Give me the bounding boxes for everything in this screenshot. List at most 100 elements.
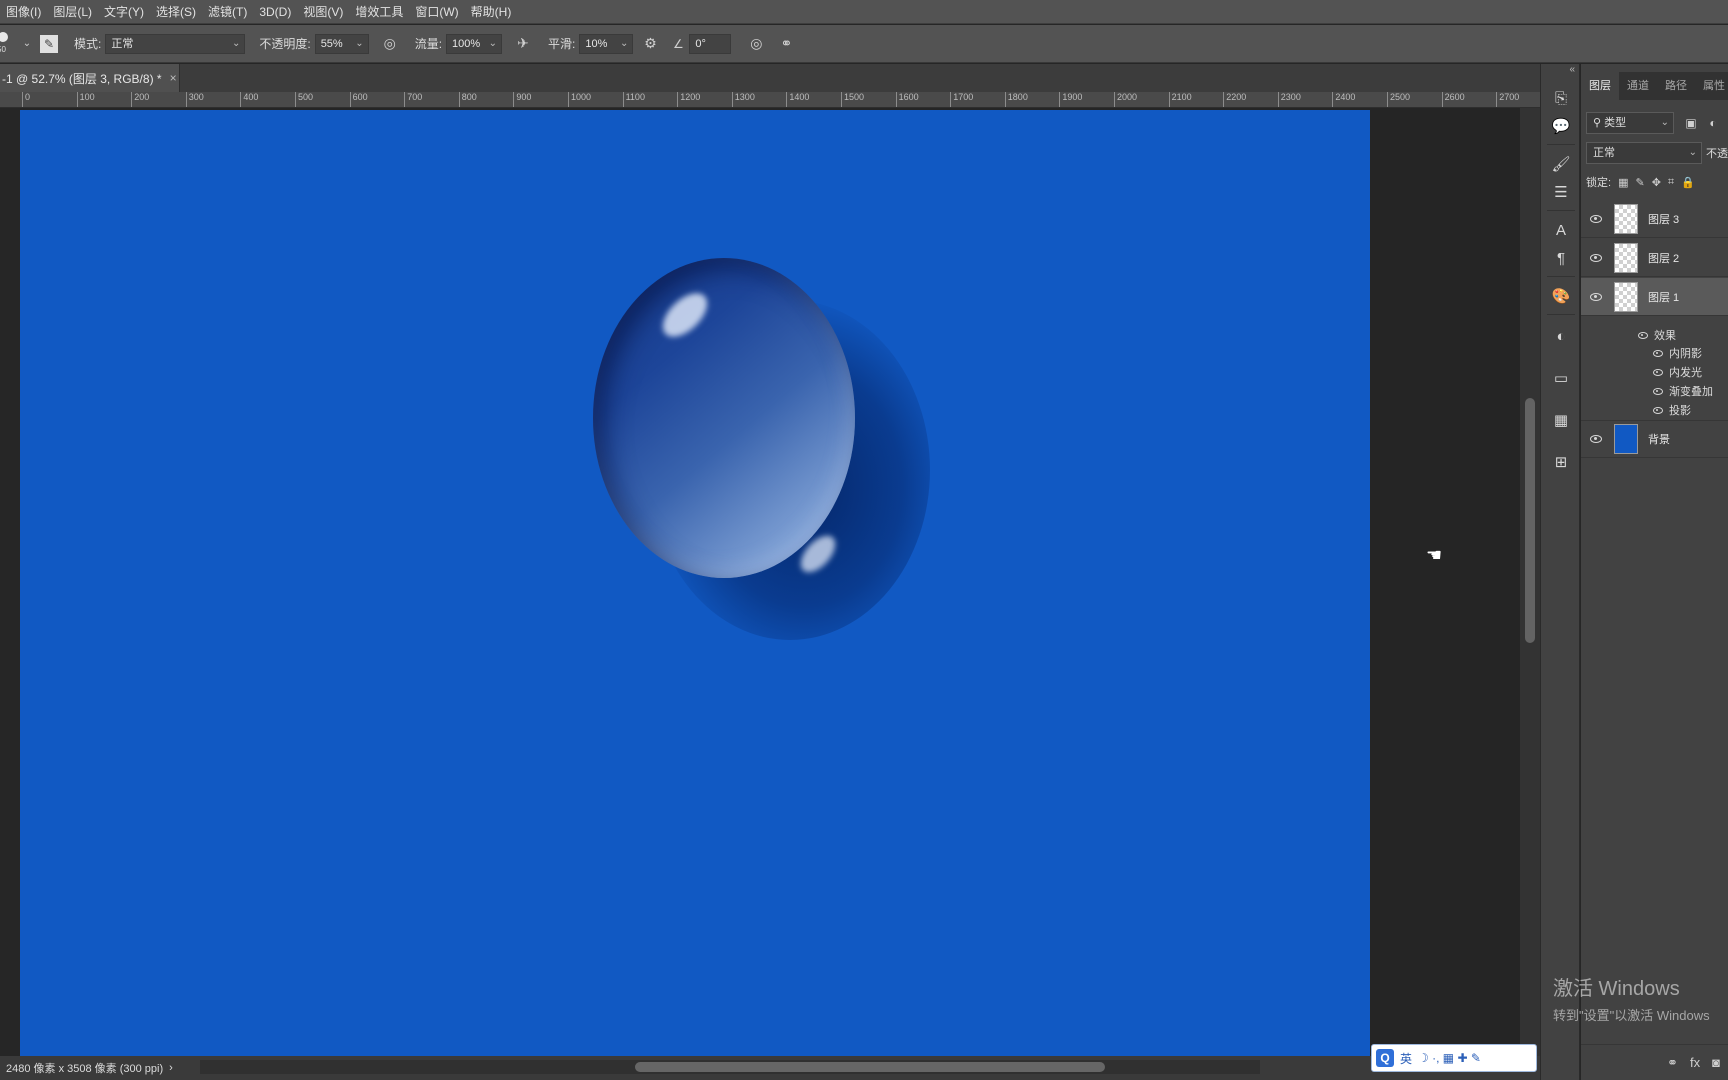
layer-row-selected[interactable]: 图层 1: [1581, 278, 1728, 316]
mode-select[interactable]: 正常 ⌄: [105, 33, 246, 54]
document-info[interactable]: 2480 像素 x 3508 像素 (300 ppi): [6, 1060, 163, 1076]
ime-logo-icon[interactable]: Q: [1376, 1049, 1394, 1067]
scrollbar-thumb[interactable]: [1525, 398, 1535, 643]
tab-paths[interactable]: 路径: [1657, 72, 1695, 100]
opacity-field[interactable]: 55% ⌄: [314, 33, 369, 54]
ruler-tick-label: 900: [513, 92, 531, 107]
layer-filter-select[interactable]: ⚲ 类型 ⌄: [1586, 112, 1674, 134]
effect-row[interactable]: 内发光: [1581, 363, 1728, 381]
vertical-ruler[interactable]: [0, 108, 20, 1056]
lock-paint-icon[interactable]: ✎: [1635, 176, 1644, 189]
smoothing-label: 平滑:: [548, 37, 576, 51]
menu-view[interactable]: 视图(V): [297, 0, 349, 24]
lock-move-icon[interactable]: ✥: [1652, 176, 1661, 189]
visibility-eye-icon[interactable]: [1590, 214, 1602, 223]
ruler-tick-label: 2500: [1387, 92, 1410, 107]
brush-size-value: 50: [0, 44, 6, 54]
document-tab[interactable]: -1 @ 52.7% (图层 3, RGB/8) * ×: [0, 64, 180, 92]
layer-row[interactable]: 图层 2: [1581, 239, 1728, 277]
adjustment-filter-icon[interactable]: ◐: [1702, 112, 1724, 134]
lock-transparent-icon[interactable]: ▦: [1618, 176, 1628, 189]
angle-value: 0°: [695, 37, 706, 50]
layer-name[interactable]: 图层 2: [1648, 250, 1679, 266]
pressure-opacity-icon[interactable]: ◎: [379, 33, 401, 55]
tab-layers[interactable]: 图层: [1581, 72, 1619, 100]
blend-mode-select[interactable]: 正常 ⌄: [1586, 142, 1702, 164]
menu-filter[interactable]: 滤镜(T): [202, 0, 253, 24]
visibility-eye-icon[interactable]: [1653, 387, 1663, 395]
effect-row[interactable]: 渐变叠加: [1581, 382, 1728, 400]
layer-name[interactable]: 图层 1: [1648, 289, 1679, 305]
menu-select[interactable]: 选择(S): [150, 0, 202, 24]
airbrush-icon[interactable]: ✈: [512, 33, 534, 55]
menu-plugins[interactable]: 增效工具: [349, 0, 409, 24]
horizontal-ruler[interactable]: 0 100 200 300 400 500 600 700 800 900 1000 1100 1200…: [0, 92, 1540, 108]
horizontal-scrollbar[interactable]: [200, 1060, 1260, 1074]
table-icon[interactable]: ▦: [1549, 408, 1573, 432]
adjust-sliders-icon[interactable]: ☰: [1549, 180, 1573, 204]
ime-tool-icons[interactable]: ☽ ·, ▦ ✚ ✎: [1418, 1051, 1481, 1065]
visibility-eye-icon[interactable]: [1653, 349, 1663, 357]
menu-3d[interactable]: 3D(D): [253, 0, 297, 24]
gear-icon[interactable]: ⚙: [639, 33, 661, 55]
collapse-panels-icon[interactable]: «: [1569, 64, 1575, 75]
effect-row[interactable]: 内阴影: [1581, 344, 1728, 362]
visibility-eye-icon[interactable]: [1653, 406, 1663, 414]
close-icon[interactable]: ×: [170, 71, 177, 85]
scrollbar-thumb[interactable]: [635, 1062, 1105, 1072]
effect-row[interactable]: 投影: [1581, 401, 1728, 419]
paragraph-icon[interactable]: ¶: [1549, 246, 1573, 270]
ime-language-toggle[interactable]: 英: [1400, 1050, 1412, 1067]
layer-thumbnail: [1614, 281, 1638, 312]
menu-type[interactable]: 文字(Y): [98, 0, 150, 24]
layer-row[interactable]: 图层 3: [1581, 200, 1728, 238]
brush-settings-icon[interactable]: 🖌: [1549, 152, 1573, 176]
character-icon[interactable]: A: [1549, 218, 1573, 242]
grid-icon[interactable]: ⊞: [1549, 450, 1573, 474]
brush-panel-toggle-icon[interactable]: ✎: [40, 34, 58, 53]
color-palette-icon[interactable]: 🎨: [1549, 284, 1573, 308]
menu-image[interactable]: 图像(I): [0, 0, 47, 24]
add-mask-icon[interactable]: ◙: [1712, 1055, 1720, 1070]
layer-name[interactable]: 图层 3: [1648, 211, 1679, 227]
flow-field[interactable]: 100% ⌄: [446, 33, 503, 54]
lock-all-icon[interactable]: 🔒: [1681, 176, 1695, 189]
visibility-eye-icon[interactable]: [1653, 368, 1663, 376]
menu-window[interactable]: 窗口(W): [409, 0, 464, 24]
brush-preset-picker[interactable]: 50: [0, 29, 20, 59]
effects-header-row[interactable]: 效果: [1581, 326, 1728, 344]
adjustments-icon[interactable]: ◐: [1549, 324, 1573, 348]
menu-layer[interactable]: 图层(L): [47, 0, 98, 24]
layer-name[interactable]: 背景: [1648, 431, 1670, 447]
history-icon[interactable]: ⎘: [1549, 86, 1573, 110]
visibility-eye-icon[interactable]: [1590, 435, 1602, 443]
tab-channels[interactable]: 通道: [1619, 72, 1657, 100]
visibility-eye-icon[interactable]: [1638, 331, 1648, 339]
lock-artboard-icon[interactable]: ⌗: [1668, 176, 1674, 189]
document-canvas[interactable]: [20, 110, 1370, 1056]
ruler-tick-label: 100: [76, 92, 95, 107]
ruler-tick-label: 1200: [677, 92, 700, 107]
symmetry-icon[interactable]: ⚭: [775, 33, 797, 55]
gradient-icon[interactable]: ▭: [1549, 366, 1573, 390]
chevron-down-icon[interactable]: ⌄: [20, 33, 34, 55]
blend-mode-row: 正常 ⌄ 不透: [1581, 142, 1728, 164]
status-expand-arrow[interactable]: ›: [169, 1062, 173, 1074]
link-layers-icon[interactable]: ⚭: [1667, 1055, 1678, 1071]
angle-field[interactable]: 0°: [689, 33, 732, 54]
smoothing-field[interactable]: 10% ⌄: [579, 33, 634, 54]
layer-row[interactable]: 背景: [1581, 420, 1728, 458]
visibility-eye-icon[interactable]: [1590, 253, 1602, 262]
ruler-tick-label: 2200: [1223, 92, 1246, 107]
visibility-eye-icon[interactable]: [1590, 292, 1602, 301]
fx-icon[interactable]: fx: [1690, 1055, 1700, 1070]
ruler-tick-label: 1500: [841, 92, 864, 107]
lock-row: 锁定: ▦ ✎ ✥ ⌗ 🔒: [1581, 174, 1728, 190]
vertical-scrollbar[interactable]: [1520, 108, 1540, 1056]
pressure-size-icon[interactable]: ◎: [745, 33, 767, 55]
comments-icon[interactable]: 💬: [1549, 114, 1573, 138]
divider: [1547, 276, 1575, 277]
menu-help[interactable]: 帮助(H): [465, 0, 518, 24]
image-filter-icon[interactable]: ▣: [1680, 112, 1702, 134]
tab-properties[interactable]: 属性: [1695, 72, 1728, 100]
